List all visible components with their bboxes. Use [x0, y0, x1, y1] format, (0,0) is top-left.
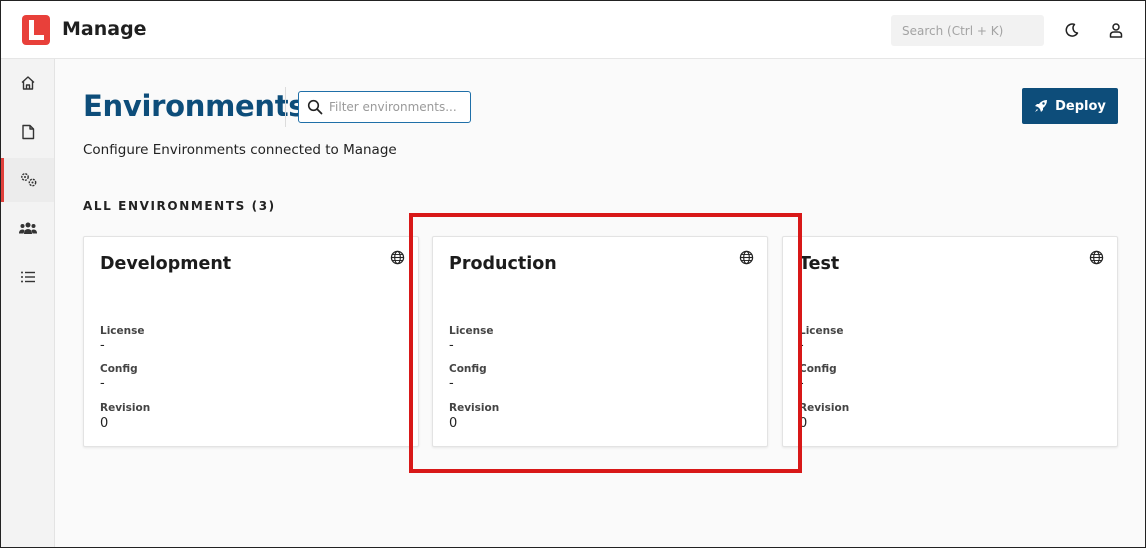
sidebar-item-environments[interactable]: [1, 158, 54, 202]
filter-box[interactable]: [298, 91, 471, 123]
sidebar: [1, 59, 55, 547]
title-divider: [285, 87, 286, 127]
config-value: -: [449, 376, 454, 391]
config-value: -: [100, 376, 105, 391]
revision-value: 0: [100, 416, 109, 431]
environment-name: Development: [100, 254, 232, 274]
license-label: License: [799, 325, 844, 337]
config-label: Config: [449, 363, 487, 375]
home-icon: [21, 76, 34, 90]
revision-value: 0: [449, 416, 458, 431]
sidebar-item-logs[interactable]: [1, 255, 54, 299]
revision-label: Revision: [799, 402, 850, 414]
page-subtitle: Configure Environments connected to Mana…: [83, 142, 397, 158]
revision-label: Revision: [449, 402, 500, 414]
environment-card-test[interactable]: Test License - Config - Revision 0: [782, 236, 1118, 447]
config-label: Config: [799, 363, 837, 375]
list-icon: [20, 271, 35, 283]
revision-label: Revision: [100, 402, 151, 414]
config-label: Config: [100, 363, 138, 375]
deploy-label: Deploy: [1055, 98, 1106, 114]
deploy-button[interactable]: Deploy: [1022, 88, 1118, 124]
rocket-icon: [1035, 100, 1048, 112]
page-title: Environments: [83, 89, 306, 123]
environment-card-development[interactable]: Development License - Config - Revision …: [83, 236, 419, 447]
document-icon: [21, 124, 34, 140]
users-icon: [18, 222, 37, 234]
config-value: -: [799, 376, 804, 391]
environment-name: Production: [449, 254, 557, 274]
sidebar-item-home[interactable]: [1, 61, 54, 105]
gears-icon: [21, 173, 37, 187]
revision-value: 0: [799, 416, 808, 431]
globe-icon[interactable]: [390, 250, 405, 265]
globe-icon[interactable]: [1089, 250, 1104, 265]
moon-icon[interactable]: [1063, 21, 1081, 39]
license-value: -: [449, 338, 454, 353]
license-value: -: [100, 338, 105, 353]
search-icon: [307, 99, 323, 115]
environment-card-production[interactable]: Production License - Config - Revision 0: [432, 236, 768, 447]
user-icon[interactable]: [1107, 21, 1125, 39]
app-title: Manage: [62, 18, 147, 40]
filter-environments-input[interactable]: [329, 92, 469, 122]
app-window: Manage Search (Ctrl + K) Environments Fi…: [0, 0, 1146, 548]
license-label: License: [100, 325, 145, 337]
sidebar-item-documents[interactable]: [1, 110, 54, 154]
section-heading: ALL ENVIRONMENTS (3): [83, 199, 276, 213]
global-search-input[interactable]: [891, 15, 1044, 46]
sidebar-item-users[interactable]: [1, 206, 54, 250]
top-bar: Manage: [1, 1, 1145, 59]
logo-icon[interactable]: [22, 15, 50, 45]
environment-name: Test: [799, 254, 840, 274]
license-value: -: [799, 338, 804, 353]
globe-icon[interactable]: [739, 250, 754, 265]
license-label: License: [449, 325, 494, 337]
